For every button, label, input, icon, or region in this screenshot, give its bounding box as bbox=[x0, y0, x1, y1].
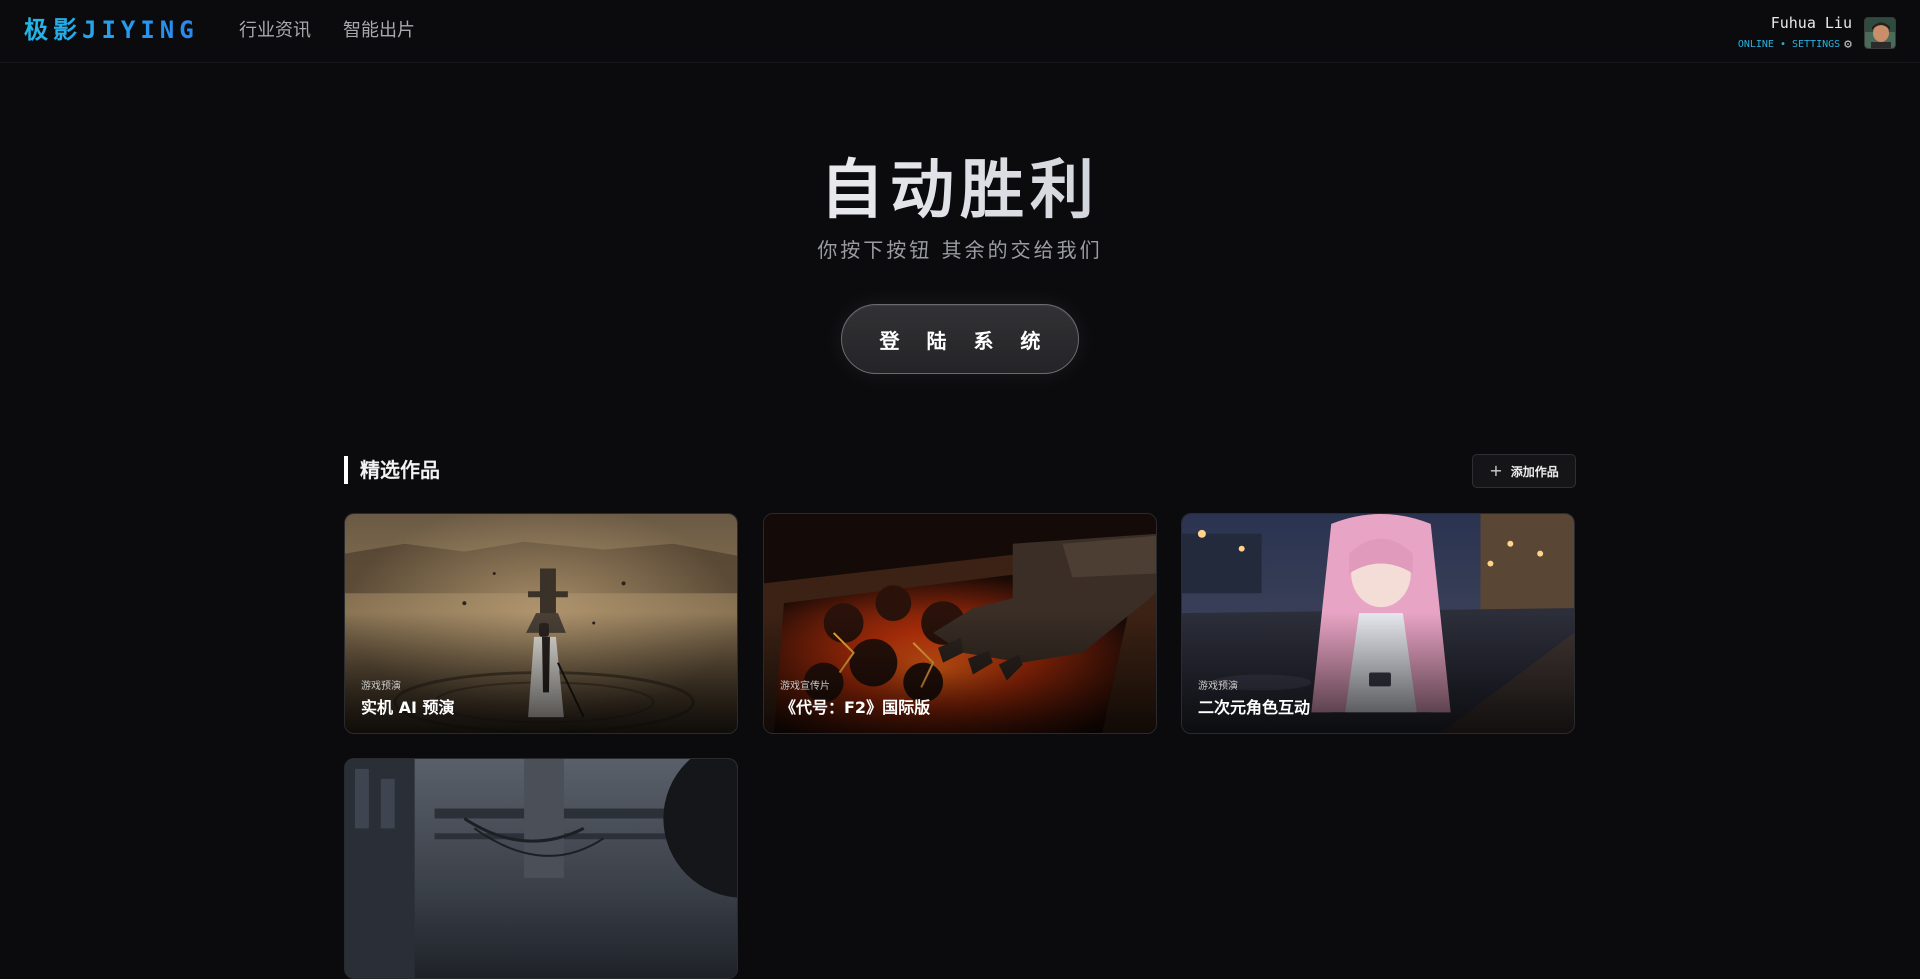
section-title: 精选作品 bbox=[360, 458, 440, 482]
login-button[interactable]: 登 陆 系 统 bbox=[841, 304, 1079, 374]
work-card[interactable]: 游戏宣传片 《代号：F2》国际版 bbox=[763, 513, 1157, 734]
card-category: 游戏预演 bbox=[1198, 681, 1238, 692]
card-category: 游戏预演 bbox=[361, 681, 401, 692]
featured-section-header: 精选作品 + 添加作品 bbox=[344, 454, 1576, 489]
add-work-label: 添加作品 bbox=[1510, 464, 1559, 479]
plus-icon: + bbox=[1489, 461, 1503, 480]
work-card[interactable]: 游戏预演 实机 AI 预演 bbox=[344, 513, 738, 734]
gear-icon[interactable]: ⚙ bbox=[1844, 38, 1852, 51]
work-card[interactable] bbox=[344, 758, 738, 979]
nav-smart-production[interactable]: 智能出片 bbox=[343, 19, 415, 43]
nav-industry-news[interactable]: 行业资讯 bbox=[239, 19, 311, 43]
hero-subtitle: 你按下按钮 其余的交给我们 bbox=[817, 238, 1103, 262]
user-status-label: ONLINE • SETTINGS bbox=[1737, 39, 1841, 50]
work-card[interactable]: 游戏预演 二次元角色互动 bbox=[1181, 513, 1575, 734]
card-title: 《代号：F2》国际版 bbox=[780, 698, 931, 717]
card-thumbnail bbox=[345, 759, 737, 978]
hero-title: 自动胜利 bbox=[0, 150, 1920, 232]
card-category: 游戏宣传片 bbox=[780, 681, 830, 692]
main-nav: 行业资讯 智能出片 bbox=[239, 19, 415, 43]
user-menu[interactable]: Fuhua Liu ONLINE • SETTINGS ⚙ bbox=[1738, 14, 1896, 52]
card-title: 二次元角色互动 bbox=[1198, 698, 1311, 717]
user-name: Fuhua Liu bbox=[1770, 14, 1852, 32]
brand-logo[interactable]: 极影JIYING bbox=[24, 15, 199, 45]
add-work-button[interactable]: + 添加作品 bbox=[1472, 454, 1576, 488]
card-title: 实机 AI 预演 bbox=[361, 698, 455, 717]
top-navbar: 极影JIYING 行业资讯 智能出片 Fuhua Liu ONLINE • SE… bbox=[0, 0, 1920, 63]
user-status-settings[interactable]: ONLINE • SETTINGS ⚙ bbox=[1738, 38, 1852, 52]
user-info: Fuhua Liu ONLINE • SETTINGS ⚙ bbox=[1738, 14, 1852, 52]
section-accent-bar bbox=[344, 456, 348, 484]
avatar[interactable] bbox=[1864, 17, 1896, 49]
